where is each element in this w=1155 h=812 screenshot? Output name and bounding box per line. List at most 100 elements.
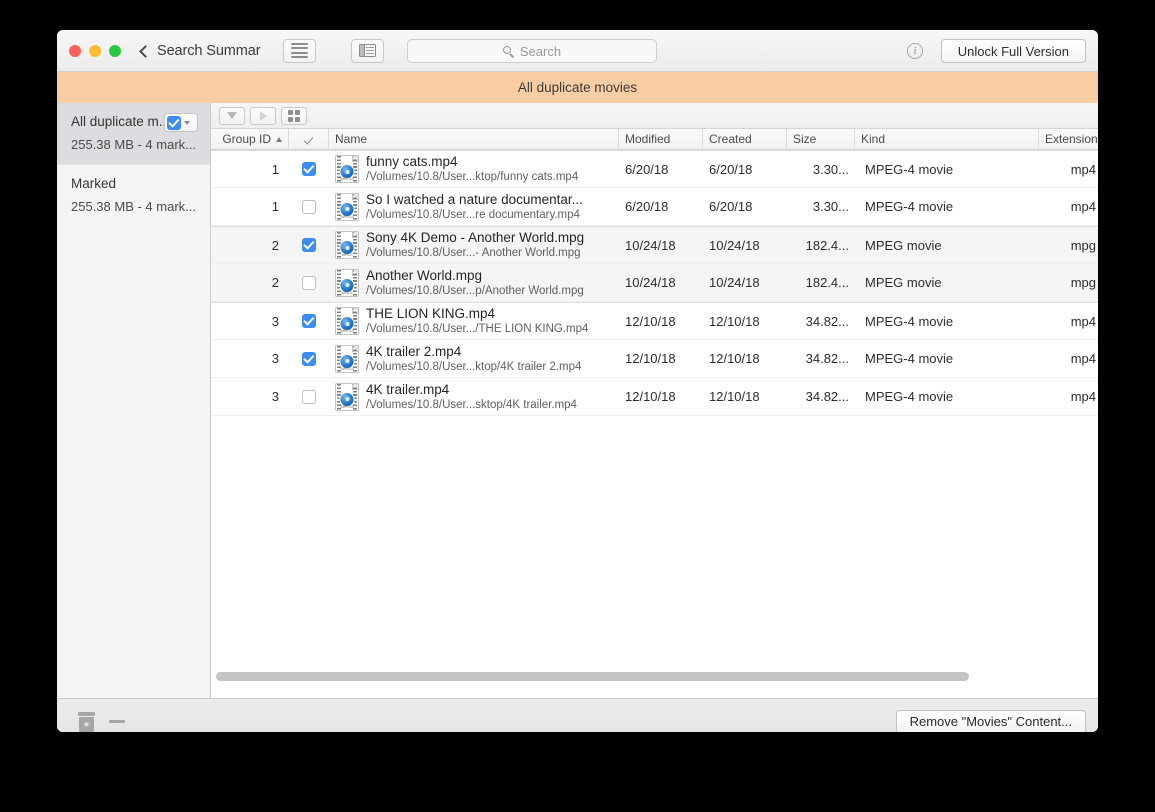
row-mark-checkbox[interactable] <box>302 389 316 404</box>
table-column-headers: Group ID Name Modified Created Size Kind… <box>211 128 1098 150</box>
row-mark-checkbox[interactable] <box>302 351 316 366</box>
cell-checkbox[interactable] <box>289 378 329 416</box>
movie-file-icon: MPEG4 <box>335 192 359 221</box>
cell-name: MPEG Another World.mpg/Volumes/10.8/User.… <box>329 264 619 302</box>
row-mark-checkbox[interactable] <box>302 199 316 214</box>
file-icon-label: MPEG <box>341 252 353 257</box>
chevron-down-icon[interactable] <box>184 120 190 125</box>
movie-file-icon: MPEG4 <box>335 344 359 373</box>
unlock-full-version-button[interactable]: Unlock Full Version <box>940 39 1086 63</box>
cell-modified: 10/24/18 <box>625 275 676 290</box>
column-header-checked[interactable] <box>289 128 329 150</box>
cell-group-id: 3 <box>271 389 279 404</box>
minimize-button[interactable] <box>89 44 101 57</box>
sidebar-mark-checkbox[interactable] <box>167 115 181 130</box>
cell-checkbox[interactable] <box>289 340 329 378</box>
cell-extension: mpg <box>1070 237 1096 253</box>
cell-checkbox[interactable] <box>289 188 329 226</box>
horizontal-scrollbar-thumb[interactable] <box>216 672 969 681</box>
cell-group-id: 2 <box>271 237 279 253</box>
column-header-group-id[interactable]: Group ID <box>211 128 289 150</box>
cell-checkbox[interactable] <box>289 302 329 340</box>
zoom-button[interactable] <box>109 44 121 57</box>
info-icon[interactable]: i <box>907 43 923 59</box>
cell-modified: 6/20/18 <box>625 161 669 177</box>
panel-view-icon <box>359 44 377 57</box>
cell-modified: 12/10/18 <box>625 389 676 404</box>
table-row[interactable]: 1 MPEG4 So I watched a nature documentar..… <box>211 188 1098 226</box>
cell-modified: 6/20/18 <box>625 199 669 214</box>
collapse-all-button[interactable] <box>219 106 245 125</box>
table-row[interactable]: 3 MPEG4 4K trailer 2.mp4/Volumes/10.8/User… <box>211 340 1098 378</box>
cell-group-id: 3 <box>271 351 279 366</box>
column-header-modified[interactable]: Modified <box>619 128 703 150</box>
caret-up-icon <box>276 136 282 142</box>
cell-checkbox[interactable] <box>289 226 329 264</box>
column-header-created[interactable]: Created <box>703 128 787 150</box>
cell-size: 34.82... <box>805 313 849 329</box>
back-navigation[interactable]: Search Summar <box>139 42 261 59</box>
sidebar-item-marked[interactable]: Marked 255.38 MB - 4 mark... <box>57 164 210 226</box>
back-label: Search Summar <box>157 42 261 59</box>
movie-file-icon: MPEG <box>335 231 359 259</box>
row-mark-checkbox[interactable] <box>302 314 316 328</box>
sidebar-mark-control[interactable] <box>164 113 198 132</box>
trash-can-icon[interactable] <box>78 711 95 732</box>
grid-squares-icon <box>288 109 300 122</box>
row-mark-checkbox[interactable] <box>302 162 316 176</box>
file-icon-label: MPEG4 <box>340 213 354 219</box>
panel-view-button[interactable] <box>351 38 385 63</box>
column-header-extension[interactable]: Extension <box>1039 129 1098 150</box>
list-lines-icon <box>291 43 309 58</box>
cell-kind: MPEG movie <box>865 275 942 290</box>
horizontal-scrollbar[interactable] <box>211 672 1098 686</box>
row-mark-checkbox[interactable] <box>302 238 316 252</box>
bottom-bar: Remove "Movies" Content... <box>57 698 1098 732</box>
cell-extension: mp4 <box>1070 389 1096 404</box>
table-row[interactable]: 3 MPEG4 4K trailer.mp4/Volumes/10.8/User..… <box>211 378 1098 416</box>
search-field[interactable]: Search <box>407 39 657 63</box>
cell-size: 3.30... <box>812 199 849 214</box>
status-banner: All duplicate movies <box>57 72 1098 103</box>
table-body: 1 MPEG4 funny cats.mp4/Volumes/10.8/User..… <box>211 150 1098 698</box>
remove-movies-content-button[interactable]: Remove "Movies" Content... <box>895 709 1086 732</box>
cell-created: 10/24/18 <box>709 237 760 253</box>
table-row[interactable]: 3 MPEG4 THE LION KING.mp4/Volumes/10.8/Use… <box>211 302 1098 340</box>
app-window: Search Summar Search i Unlock Full Versi… <box>57 30 1098 732</box>
cell-extension: mp4 <box>1070 351 1096 366</box>
checkmark-icon <box>303 133 314 145</box>
cell-kind: MPEG movie <box>865 237 942 253</box>
cell-name: MPEG4 So I watched a nature documentar...… <box>329 188 619 226</box>
file-icon-label: MPEG4 <box>340 176 354 181</box>
movie-file-icon: MPEG4 <box>335 155 359 183</box>
cell-extension: mp4 <box>1070 313 1096 329</box>
sidebar-item-subtitle: 255.38 MB - 4 mark... <box>71 199 196 214</box>
file-icon-label: MPEG4 <box>340 403 354 409</box>
close-button[interactable] <box>69 44 81 57</box>
cell-name: MPEG Sony 4K Demo - Another World.mpg/Vol… <box>329 226 619 264</box>
cell-extension: mp4 <box>1070 161 1096 177</box>
cell-modified: 12/10/18 <box>625 351 676 366</box>
column-header-kind[interactable]: Kind <box>855 128 1039 150</box>
table-row[interactable]: 2 MPEG Sony 4K Demo - Another World.mpg/Vo… <box>211 226 1098 264</box>
cell-name: MPEG4 4K trailer.mp4/Volumes/10.8/User...… <box>329 378 619 416</box>
file-path: /Volumes/10.8/User...ktop/4K trailer 2.m… <box>366 360 582 373</box>
grid-view-button[interactable] <box>281 106 307 125</box>
table-row[interactable]: 2 MPEG Another World.mpg/Volumes/10.8/User… <box>211 264 1098 302</box>
table-row[interactable]: 1 MPEG4 funny cats.mp4/Volumes/10.8/User..… <box>211 150 1098 188</box>
cell-created: 6/20/18 <box>709 199 753 214</box>
row-mark-checkbox[interactable] <box>302 275 316 290</box>
cell-checkbox[interactable] <box>289 264 329 302</box>
cell-modified: 12/10/18 <box>625 313 676 329</box>
expand-all-button[interactable] <box>250 106 276 125</box>
minus-icon[interactable] <box>109 720 125 723</box>
column-header-size[interactable]: Size <box>787 128 855 150</box>
cell-checkbox[interactable] <box>289 150 329 188</box>
sidebar-item-all-duplicate-movies[interactable]: All duplicate m... 255.38 MB - 4 mark... <box>57 103 210 164</box>
cell-kind: MPEG-4 movie <box>865 351 954 366</box>
column-header-name[interactable]: Name <box>329 128 619 150</box>
list-view-button[interactable] <box>283 38 317 63</box>
main-panel: Group ID Name Modified Created Size Kind… <box>211 103 1098 698</box>
cell-name: MPEG4 funny cats.mp4/Volumes/10.8/User...… <box>329 150 619 188</box>
cell-size: 182.4... <box>805 275 849 290</box>
